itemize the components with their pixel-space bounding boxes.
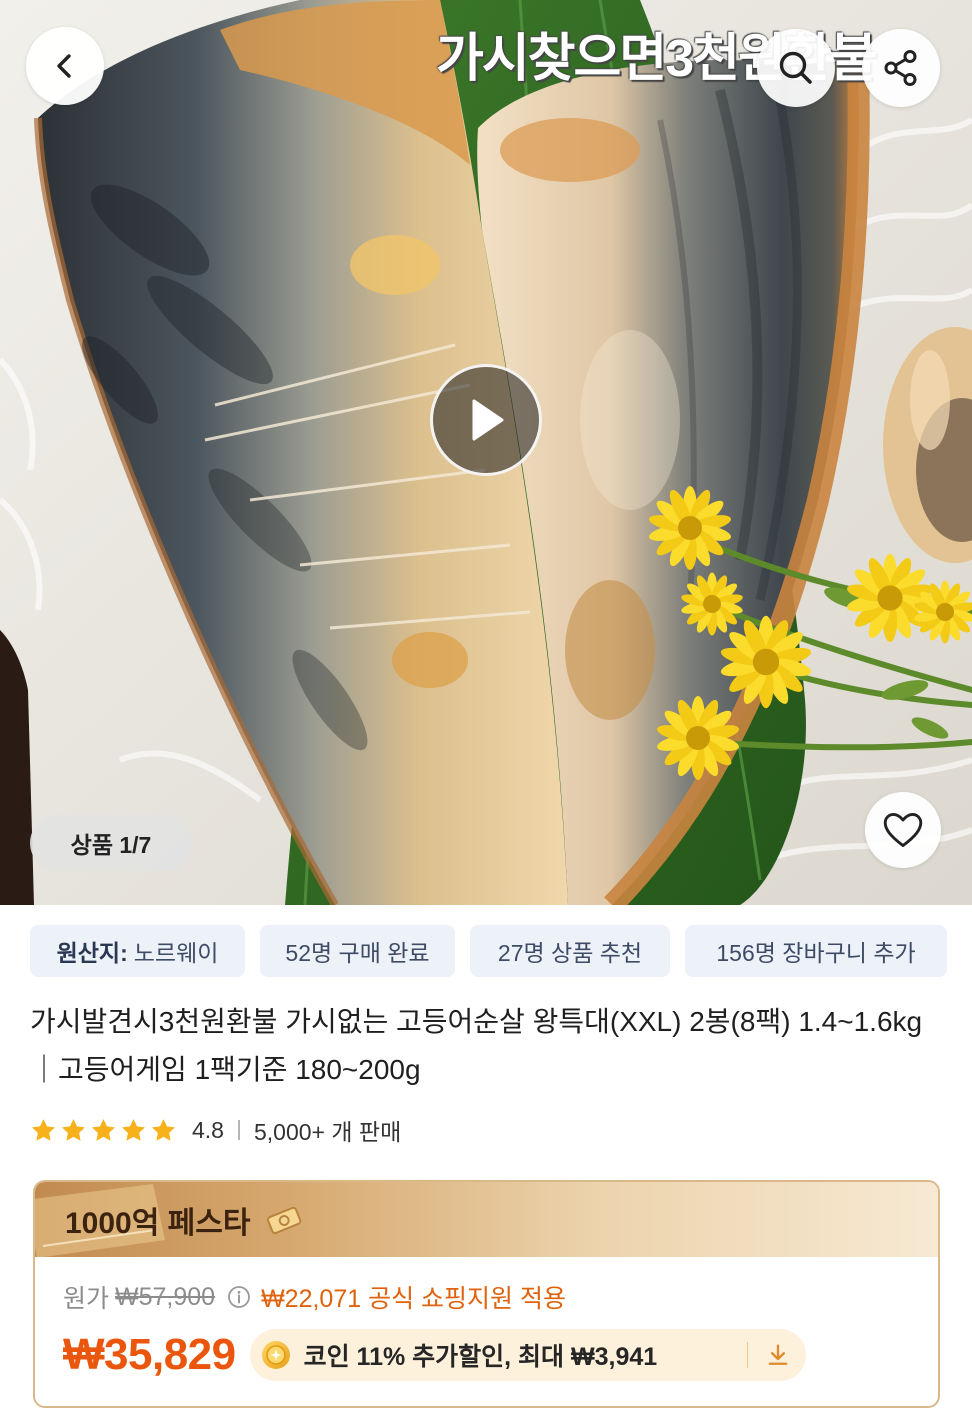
play-video-button[interactable]	[430, 364, 542, 476]
flower-center	[877, 585, 903, 611]
download-icon[interactable]	[764, 1341, 792, 1369]
tag-recommendations-label: 27명 상품 추천	[497, 940, 643, 966]
rating-row[interactable]: 4.8 5,000+ 개 판매	[30, 1111, 401, 1149]
festa-banner[interactable]: 1000억 페스타	[35, 1182, 938, 1257]
coin-icon	[260, 1339, 292, 1371]
sale-price-row: ₩35,829 코인 11% 추가할인, 최대 ₩3,941	[63, 1327, 806, 1383]
price-box: 1000억 페스타 원가 ₩57,900 ₩22,071 공식 쇼핑지원 적용	[33, 1180, 940, 1408]
tag-origin: 원산지: 노르웨이	[30, 925, 245, 977]
coin-discount-text: 코인 11% 추가할인, 최대 ₩3,941	[303, 1343, 658, 1371]
search-button[interactable]	[757, 29, 835, 107]
share-icon	[884, 50, 917, 86]
shopping-support-text: ₩22,071 공식 쇼핑지원 적용	[261, 1285, 566, 1313]
festa-title: 1000억 페스타	[65, 1182, 302, 1257]
sold-count: 5,000+ 개 판매	[253, 1119, 402, 1145]
rating-star-icon	[92, 1118, 115, 1141]
coin-discount-button[interactable]: 코인 11% 추가할인, 최대 ₩3,941	[249, 1329, 806, 1381]
tag-purchases-label: 52명 구매 완료	[285, 940, 430, 966]
flower-center	[678, 516, 702, 540]
rating-star-icon	[152, 1118, 175, 1141]
product-tag-row: 원산지: 노르웨이 52명 구매 완료 27명 상품 추천 156명 장바구니 …	[30, 925, 947, 977]
info-icon[interactable]	[227, 1285, 251, 1309]
share-button[interactable]	[862, 29, 940, 107]
tag-purchases: 52명 구매 완료	[260, 925, 455, 977]
tag-cart-adds: 156명 장바구니 추가	[685, 925, 947, 977]
coin-pill-divider	[746, 1342, 748, 1368]
original-price-label: 원가	[63, 1285, 110, 1313]
rating-stars	[30, 1117, 177, 1144]
ticket-icon	[266, 1204, 302, 1236]
tag-recommendations: 27명 상품 추천	[470, 925, 670, 977]
tag-origin-label: 원산지:	[56, 940, 128, 966]
tag-cart-adds-label: 156명 장바구니 추가	[716, 940, 916, 966]
original-price-row: 원가 ₩57,900 ₩22,071 공식 쇼핑지원 적용	[63, 1277, 566, 1317]
sale-price: ₩35,829	[63, 1330, 236, 1379]
play-icon	[472, 399, 504, 441]
rating-star-icon	[32, 1118, 55, 1141]
heart-icon	[883, 813, 923, 847]
search-icon	[779, 51, 812, 84]
original-price: ₩57,900	[115, 1282, 216, 1311]
chevron-left-icon	[57, 54, 71, 78]
wishlist-button[interactable]	[865, 792, 941, 868]
flower-center	[936, 603, 954, 621]
tag-origin-value: 노르웨이	[133, 940, 219, 966]
festa-title-text: 1000억 페스타	[65, 1206, 251, 1240]
image-counter: 상품 1/7	[30, 815, 192, 871]
product-image-carousel[interactable]: 가시찾으면3천원환불 상품 1/7	[0, 0, 972, 905]
flower-center	[686, 726, 710, 750]
rating-divider	[237, 1120, 240, 1140]
flower-center	[703, 595, 721, 613]
product-title: 가시발견시3천원환불 가시없는 고등어순살 왕특대(XXL) 2봉(8팩) 1.…	[30, 1006, 923, 1085]
flower-center	[752, 648, 780, 676]
rating-star-icon	[122, 1118, 145, 1141]
back-button[interactable]	[26, 27, 104, 105]
rating-star-icon	[62, 1118, 85, 1141]
rating-score: 4.8	[192, 1116, 224, 1143]
